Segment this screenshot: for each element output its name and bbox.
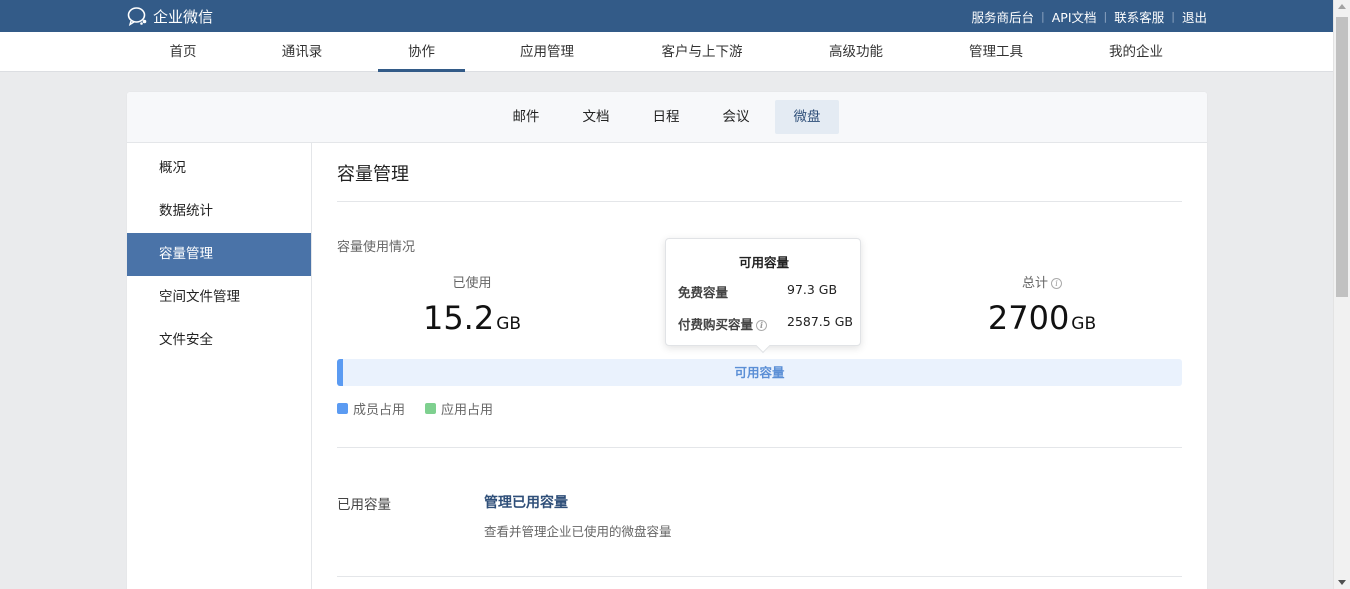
subnav-meeting[interactable]: 会议 [712, 100, 760, 134]
nav-customers[interactable]: 客户与上下游 [648, 32, 756, 72]
legend-item-app: 应用占用 [425, 399, 493, 418]
separator: | [1103, 9, 1108, 23]
top-bar: 企业微信 服务商后台 | API文档 | 联系客服 | 退出 [0, 0, 1333, 32]
legend-swatch [425, 403, 437, 414]
link-api-docs[interactable]: API文档 [1052, 7, 1097, 26]
nav-my-company[interactable]: 我的企业 [1096, 32, 1176, 72]
nav-tools[interactable]: 管理工具 [956, 32, 1036, 72]
tooltip-key-paid: 付费购买容量 i [678, 314, 768, 333]
top-links: 服务商后台 | API文档 | 联系客服 | 退出 [972, 0, 1207, 32]
available-capacity-tooltip: 可用容量 免费容量 97.3 GB 付费购买容量 i 2587.5 GB [665, 238, 861, 354]
link-provider-console[interactable]: 服务商后台 [972, 7, 1035, 26]
subnav-mail[interactable]: 邮件 [502, 100, 550, 134]
logo-text: 企业微信 [153, 7, 214, 26]
tooltip-value-paid: 2587.5 GB [787, 314, 853, 329]
separator: | [1171, 9, 1175, 23]
scrollbar[interactable] [1333, 0, 1350, 589]
nav-app-management[interactable]: 应用管理 [507, 32, 587, 72]
total-label-line: 总计 i [977, 274, 1107, 294]
sidebar-item-space-files[interactable]: 空间文件管理 [127, 276, 311, 319]
subnav-drive[interactable]: 微盘 [775, 100, 839, 134]
sidebar-item-capacity[interactable]: 容量管理 [127, 233, 311, 276]
legend-swatch [337, 403, 348, 414]
sidebar: 概况 数据统计 容量管理 空间文件管理 文件安全 [127, 143, 312, 589]
subnav-docs[interactable]: 文档 [572, 100, 620, 134]
scrollbar-thumb[interactable] [1336, 17, 1348, 297]
used-stat: 已使用 15.2 GB [407, 274, 537, 344]
divider [337, 201, 1182, 202]
legend-label: 应用占用 [441, 403, 494, 418]
separator: | [1041, 9, 1045, 23]
content-area: 容量管理 容量使用情况 已使用 15.2 GB 总计 i 2700 GB 可用容量 成… [337, 143, 1182, 589]
logo[interactable]: 企业微信 [127, 5, 213, 27]
tooltip-key-paid-text: 付费购买容量 [678, 317, 754, 332]
legend-label: 成员占用 [353, 403, 406, 418]
total-stat: 总计 i 2700 GB [977, 274, 1107, 344]
main-nav: 首页 通讯录 协作 应用管理 客户与上下游 高级功能 管理工具 我的企业 [0, 32, 1333, 72]
used-value-line: 15.2 GB [407, 298, 537, 344]
sidebar-item-statistics[interactable]: 数据统计 [127, 190, 311, 233]
legend-item-member: 成员占用 [337, 399, 405, 418]
nav-advanced[interactable]: 高级功能 [816, 32, 896, 72]
nav-home[interactable]: 首页 [153, 32, 213, 72]
total-unit: GB [1071, 314, 1097, 334]
divider [337, 447, 1182, 448]
info-icon[interactable]: i [756, 320, 768, 331]
tooltip-key-free: 免费容量 [678, 285, 729, 300]
used-capacity-label: 已用容量 [337, 497, 391, 513]
total-value: 2700 [987, 299, 1070, 337]
tooltip-title: 可用容量 [738, 255, 789, 270]
total-value-line: 2700 GB [977, 298, 1107, 344]
tooltip-value-free: 97.3 GB [787, 282, 838, 297]
capacity-bar-text: 可用容量 [734, 365, 785, 380]
subnav-schedule[interactable]: 日程 [642, 100, 690, 134]
legend: 成员占用 应用占用 [337, 399, 513, 418]
sub-nav: 邮件 文档 日程 会议 微盘 [127, 92, 1207, 143]
wecom-logo-icon [127, 7, 147, 26]
used-value: 15.2 [422, 299, 495, 337]
divider [337, 576, 1182, 577]
nav-collaboration[interactable]: 协作 [378, 32, 465, 72]
sidebar-item-file-security[interactable]: 文件安全 [127, 319, 311, 362]
link-contact-support[interactable]: 联系客服 [1114, 7, 1164, 26]
page-title: 容量管理 [337, 164, 409, 185]
scroll-down-arrow-icon[interactable] [1338, 580, 1346, 585]
capacity-bar[interactable]: 可用容量 [337, 359, 1182, 386]
nav-contacts[interactable]: 通讯录 [272, 32, 332, 72]
sidebar-item-overview[interactable]: 概况 [127, 147, 311, 190]
info-icon[interactable]: i [1051, 278, 1062, 289]
link-logout[interactable]: 退出 [1182, 7, 1207, 26]
usage-section-label: 容量使用情况 [337, 240, 416, 255]
used-label: 已使用 [452, 276, 492, 291]
manage-used-capacity-link[interactable]: 管理已用容量 [484, 492, 568, 512]
used-unit: GB [496, 314, 522, 334]
scroll-up-arrow-icon[interactable] [1338, 4, 1346, 9]
total-label: 总计 [1021, 276, 1048, 291]
used-capacity-desc: 查看并管理企业已使用的微盘容量 [484, 524, 672, 539]
